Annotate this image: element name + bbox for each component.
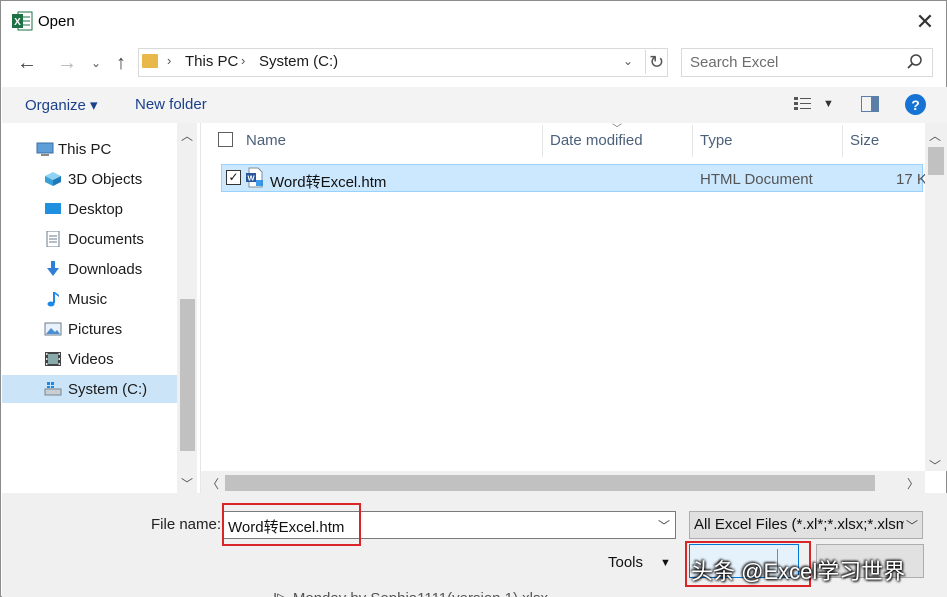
scroll-right-icon[interactable]: 〉 xyxy=(907,475,919,492)
sidebar-item-3d-objects[interactable]: 3D Objects xyxy=(2,165,178,193)
sidebar-item-downloads[interactable]: Downloads xyxy=(2,255,178,283)
excel-icon: X xyxy=(12,11,33,31)
search-placeholder: Search Excel xyxy=(690,54,779,71)
pane-divider[interactable] xyxy=(200,123,201,493)
column-header-size[interactable]: Size xyxy=(850,132,879,149)
open-dialog: X Open ✕ ← → ⌄ ↑ › This PC › System (C:)… xyxy=(0,0,947,597)
file-type-dropdown-icon[interactable]: ﹀ xyxy=(906,517,918,534)
address-dropdown-icon[interactable]: ⌄ xyxy=(623,54,633,68)
recent-locations-button[interactable]: ⌄ xyxy=(87,52,105,74)
sidebar-item-label: This PC xyxy=(58,140,112,158)
column-header-date-modified[interactable]: Date modified xyxy=(550,132,643,149)
forward-button[interactable]: → xyxy=(53,50,81,76)
row-checkbox[interactable]: ✓ xyxy=(226,170,241,185)
file-list-vertical-scrollbar[interactable] xyxy=(925,123,947,471)
sidebar-item-label: Desktop xyxy=(68,200,124,218)
breadcrumb-this-pc[interactable]: This PC xyxy=(185,53,238,70)
svg-text:W: W xyxy=(247,174,255,183)
sidebar-item-label: Pictures xyxy=(68,320,123,338)
music-icon xyxy=(47,292,59,307)
tools-dropdown-icon[interactable]: ▼ xyxy=(660,557,671,569)
back-button[interactable]: ← xyxy=(13,50,41,76)
scroll-down-icon[interactable]: ﹀ xyxy=(181,475,193,492)
background-window-text: I▷ Monday by Sophia1111(version 1).xlsx xyxy=(273,589,548,597)
svg-text:X: X xyxy=(14,17,21,28)
search-icon[interactable] xyxy=(905,52,925,72)
computer-icon xyxy=(36,142,54,156)
cube-icon xyxy=(45,172,61,186)
column-divider[interactable] xyxy=(842,125,843,157)
breadcrumb-system-c[interactable]: System (C:) xyxy=(259,53,338,70)
watermark: 头条 @Excel学习世界 xyxy=(691,559,906,584)
help-icon[interactable]: ? xyxy=(905,94,926,115)
close-button[interactable]: ✕ xyxy=(909,7,941,37)
new-folder-button[interactable]: New folder xyxy=(135,96,207,113)
word-html-icon: W xyxy=(246,167,263,188)
file-size-cell: 17 K xyxy=(896,171,927,188)
preview-pane-icon[interactable] xyxy=(861,96,879,112)
file-type-cell: HTML Document xyxy=(700,171,813,188)
file-type-value: All Excel Files (*.xl*;*.xlsx;*.xlsm;* xyxy=(694,516,904,533)
column-header-name[interactable]: Name xyxy=(246,132,286,149)
view-dropdown-icon[interactable]: ▼ xyxy=(823,98,834,110)
tools-button[interactable]: Tools xyxy=(608,554,643,571)
navigation-pane: This PC 3D Objects Desktop Documents Dow… xyxy=(2,123,200,493)
file-name-label: File name: xyxy=(151,516,222,533)
up-button[interactable]: ↑ xyxy=(109,50,133,76)
horizontal-scrollbar-thumb[interactable] xyxy=(225,475,875,491)
sidebar-item-videos[interactable]: Videos xyxy=(2,345,178,373)
sidebar-item-this-pc[interactable]: This PC xyxy=(2,135,178,163)
scroll-up-icon[interactable]: ︿ xyxy=(929,127,941,144)
column-divider[interactable] xyxy=(692,125,693,157)
view-options-icon[interactable] xyxy=(793,96,813,112)
sidebar-item-desktop[interactable]: Desktop xyxy=(2,195,178,223)
breadcrumb-separator: › xyxy=(167,53,172,68)
sidebar-item-pictures[interactable]: Pictures xyxy=(2,315,178,343)
sidebar-item-system-c[interactable]: System (C:) xyxy=(2,375,178,403)
sidebar-item-label: System (C:) xyxy=(68,380,148,398)
column-divider[interactable] xyxy=(542,125,543,157)
scroll-down-icon[interactable]: ﹀ xyxy=(929,457,941,474)
drive-icon xyxy=(44,382,62,396)
title-bar xyxy=(1,1,946,43)
column-header-type[interactable]: Type xyxy=(700,132,733,149)
sidebar-item-label: Music xyxy=(68,290,108,308)
file-name-dropdown-icon[interactable]: ﹀ xyxy=(658,517,670,534)
dialog-title: Open xyxy=(38,13,75,30)
sidebar-item-label: Documents xyxy=(68,230,144,248)
sidebar-item-label: Downloads xyxy=(68,260,143,278)
navigation-scrollbar-thumb[interactable] xyxy=(180,299,195,451)
sidebar-item-label: 3D Objects xyxy=(68,170,143,188)
scroll-left-icon[interactable]: 〈 xyxy=(207,475,219,492)
sidebar-item-music[interactable]: Music xyxy=(2,285,178,313)
breadcrumb-separator[interactable]: › xyxy=(241,53,245,68)
file-name-cell: Word转Excel.htm xyxy=(270,174,387,191)
desktop-icon xyxy=(45,203,61,214)
scroll-up-icon[interactable]: ︿ xyxy=(181,127,193,144)
documents-icon xyxy=(46,231,60,247)
folder-icon xyxy=(142,54,158,68)
sidebar-item-label: Videos xyxy=(68,350,114,368)
select-all-checkbox[interactable] xyxy=(218,132,233,147)
vertical-scrollbar-thumb[interactable] xyxy=(928,147,944,175)
organize-button[interactable]: Organize ▾ xyxy=(25,96,98,114)
videos-icon xyxy=(45,352,61,366)
sidebar-item-documents[interactable]: Documents xyxy=(2,225,178,253)
pictures-icon xyxy=(44,322,62,336)
annotation-box xyxy=(222,503,361,546)
refresh-button[interactable]: ↻ xyxy=(645,50,667,74)
download-icon xyxy=(47,261,59,276)
